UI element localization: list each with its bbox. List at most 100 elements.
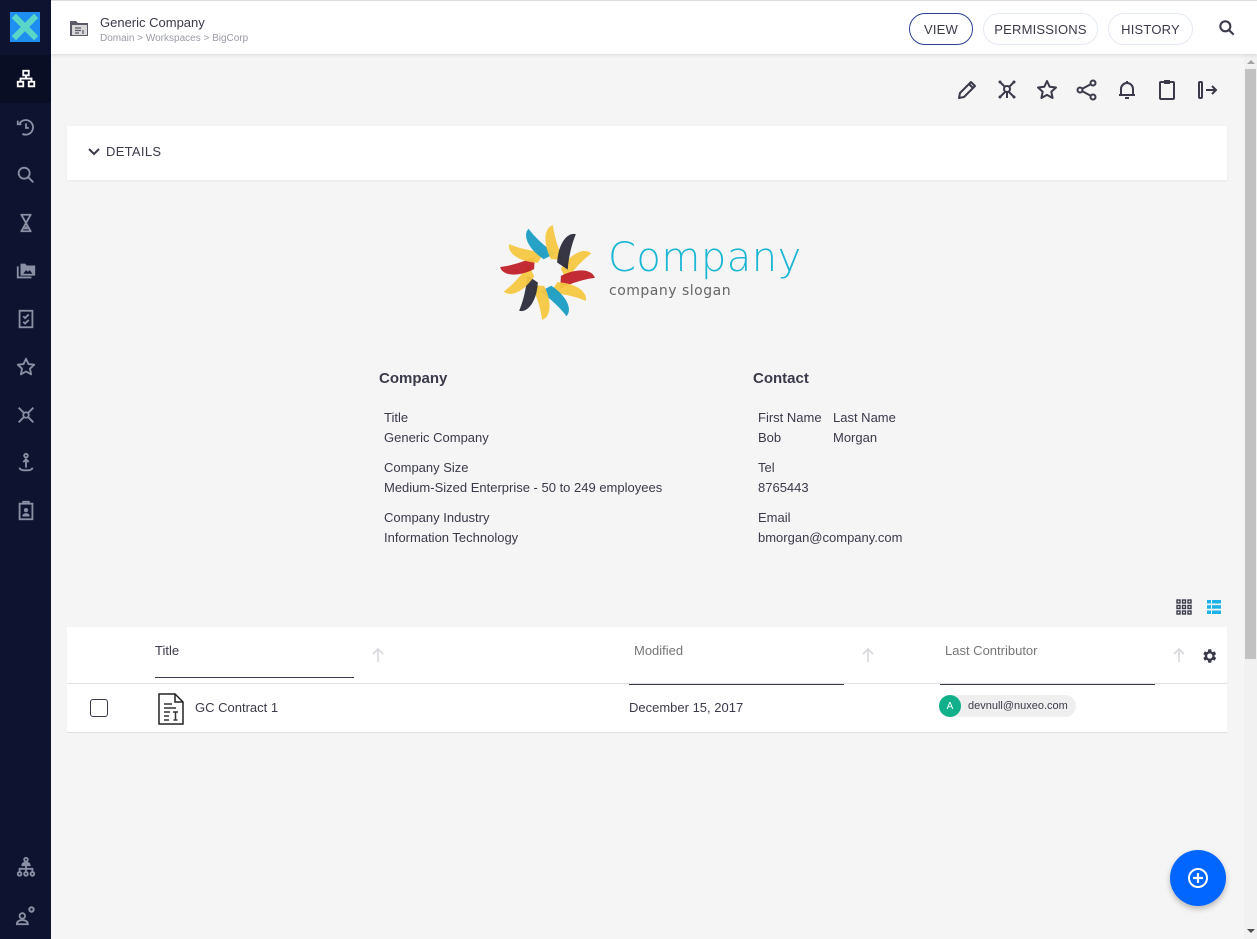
details-label: DETAILS <box>106 144 162 159</box>
sidebar-item-administration[interactable] <box>0 843 51 891</box>
add-to-collection-button[interactable] <box>994 77 1020 103</box>
create-document-button[interactable] <box>1170 850 1226 906</box>
column-header-title[interactable]: Title <box>155 641 354 678</box>
org-chart-icon <box>16 856 35 877</box>
sidebar-item-clipboard[interactable] <box>0 487 51 535</box>
personal-workspace-icon <box>18 452 33 472</box>
gallery-icon <box>16 263 35 279</box>
sort-arrow-up-icon[interactable] <box>859 646 877 664</box>
nuxeo-logo-icon <box>12 14 38 40</box>
hourglass-icon <box>20 213 31 233</box>
first-name-value: Bob <box>758 430 782 445</box>
document-title: Generic Company <box>100 15 205 30</box>
favorite-button[interactable] <box>1034 77 1060 103</box>
title-label: Title <box>384 410 409 425</box>
browse-tree-icon <box>16 69 35 88</box>
document-table: Title Modified Last Contributor GC Contr… <box>67 627 1227 733</box>
share-icon <box>1076 79 1097 101</box>
company-size-label: Company Size <box>384 460 469 475</box>
tel-value: 8765443 <box>758 480 809 495</box>
user-settings-icon <box>15 906 35 926</box>
tab-view[interactable]: VIEW <box>909 13 973 45</box>
email-label: Email <box>758 510 791 525</box>
tab-history[interactable]: HISTORY <box>1108 13 1193 45</box>
sort-arrow-up-icon[interactable] <box>1170 646 1188 664</box>
tel-label: Tel <box>758 460 775 475</box>
app-logo[interactable] <box>10 12 40 42</box>
collections-icon <box>998 80 1016 99</box>
row-checkbox[interactable] <box>90 699 108 717</box>
company-logo: Company company slogan <box>500 225 802 320</box>
column-last-contributor-label: Last Contributor <box>945 643 1038 658</box>
chevron-down-icon <box>88 147 100 155</box>
sidebar-item-expired[interactable] <box>0 199 51 247</box>
bell-icon <box>1119 81 1135 99</box>
sidebar-item-favorites[interactable] <box>0 343 51 391</box>
star-icon <box>16 357 35 376</box>
document-file-icon <box>158 693 184 725</box>
export-icon <box>1198 81 1218 99</box>
column-header-modified[interactable]: Modified <box>629 641 844 685</box>
first-name-label: First Name <box>758 410 822 425</box>
company-size-value: Medium-Sized Enterprise - 50 to 249 empl… <box>384 480 663 495</box>
contributor-chip[interactable]: A devnull@nuxeo.com <box>939 695 1076 717</box>
star-icon <box>1037 80 1057 99</box>
scroll-down-arrow[interactable] <box>1247 929 1255 933</box>
sidebar-item-recent[interactable] <box>0 103 51 151</box>
company-section-title: Company <box>379 370 448 387</box>
title-value: Generic Company <box>384 430 489 445</box>
collections-icon <box>17 407 34 423</box>
add-to-clipboard-button[interactable] <box>1154 77 1180 103</box>
contributor-email: devnull@nuxeo.com <box>968 700 1068 712</box>
header: Generic Company Domain > Workspaces > Bi… <box>51 0 1257 54</box>
row-title[interactable]: GC Contract 1 <box>195 700 278 715</box>
sidebar-item-search[interactable] <box>0 151 51 199</box>
sort-arrow-up-icon[interactable] <box>369 646 387 664</box>
subscribe-button[interactable] <box>1114 77 1140 103</box>
sidebar-item-gallery[interactable] <box>0 247 51 295</box>
list-view-icon[interactable] <box>1205 598 1223 616</box>
workspace-folder-icon <box>70 21 88 36</box>
sidebar <box>0 0 51 939</box>
pencil-icon <box>958 81 976 99</box>
scroll-up-arrow[interactable] <box>1247 60 1255 64</box>
edit-button[interactable] <box>954 77 980 103</box>
sidebar-item-tasks[interactable] <box>0 295 51 343</box>
clipboard-user-icon <box>18 500 33 521</box>
company-industry-label: Company Industry <box>384 510 490 525</box>
gear-icon[interactable] <box>1200 647 1218 665</box>
search-icon <box>17 166 34 183</box>
column-title-label: Title <box>155 643 180 658</box>
row-modified: December 15, 2017 <box>629 700 744 715</box>
details-card: DETAILS <box>67 126 1227 180</box>
sidebar-item-personal-workspace[interactable] <box>0 439 51 487</box>
tasks-icon <box>18 309 33 329</box>
export-button[interactable] <box>1194 77 1220 103</box>
vertical-scrollbar[interactable] <box>1244 54 1257 939</box>
sidebar-item-browse[interactable] <box>0 55 51 103</box>
row-divider <box>67 732 1227 733</box>
swirl-logo-icon <box>500 225 595 320</box>
company-industry-value: Information Technology <box>384 530 519 545</box>
last-name-value: Morgan <box>833 430 878 445</box>
scroll-thumb[interactable] <box>1245 69 1256 659</box>
sidebar-item-collections[interactable] <box>0 391 51 439</box>
details-toggle[interactable]: DETAILS <box>87 144 161 159</box>
last-name-label: Last Name <box>833 410 896 425</box>
column-header-last-contributor[interactable]: Last Contributor <box>940 641 1155 685</box>
column-modified-label: Modified <box>634 643 684 658</box>
add-circle-icon <box>1188 868 1208 888</box>
clipboard-icon <box>1159 80 1175 100</box>
contact-section-title: Contact <box>753 370 809 387</box>
tab-permissions[interactable]: PERMISSIONS <box>983 13 1098 45</box>
logo-company-name: Company <box>608 235 802 281</box>
sidebar-item-user-settings[interactable] <box>0 891 51 939</box>
grid-view-icon[interactable] <box>1175 598 1193 616</box>
search-icon[interactable] <box>1217 18 1237 38</box>
logo-slogan: company slogan <box>609 283 732 299</box>
header-divider <box>67 683 1227 684</box>
share-button[interactable] <box>1074 77 1100 103</box>
breadcrumb[interactable]: Domain > Workspaces > BigCorp <box>100 33 248 44</box>
email-value: bmorgan@company.com <box>758 530 903 545</box>
recent-history-icon <box>16 119 34 136</box>
